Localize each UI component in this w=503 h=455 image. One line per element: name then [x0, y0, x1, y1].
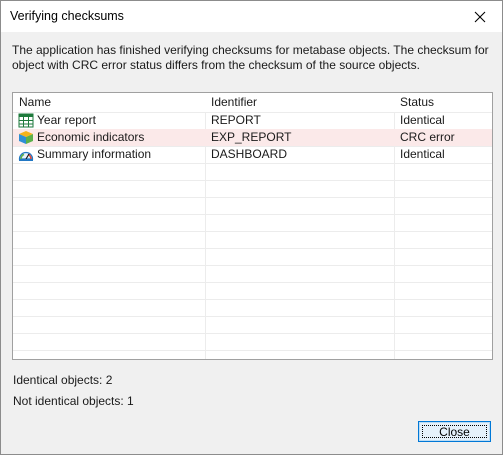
table-header: Name Identifier Status: [13, 93, 492, 112]
column-header-identifier[interactable]: Identifier: [205, 93, 394, 112]
close-button[interactable]: Close: [418, 421, 491, 442]
column-header-name[interactable]: Name: [13, 93, 205, 112]
close-window-button[interactable]: [458, 1, 502, 32]
cell-status: CRC error: [400, 130, 455, 144]
cell-identifier: DASHBOARD: [211, 147, 288, 161]
column-header-status[interactable]: Status: [394, 93, 492, 112]
close-icon: [474, 11, 486, 22]
identical-count: Identical objects: 2: [13, 373, 113, 387]
cell-identifier: REPORT: [211, 113, 261, 127]
table-row[interactable]: Economic indicators EXP_REPORT CRC error: [13, 129, 492, 146]
description-text: The application has finished verifying c…: [12, 43, 489, 72]
cell-status: Identical: [400, 113, 445, 127]
title-bar: Verifying checksums: [1, 1, 502, 32]
table-row[interactable]: Year report REPORT Identical: [13, 112, 492, 129]
cell-identifier: EXP_REPORT: [211, 130, 292, 144]
dialog-window: Verifying checksums The application has …: [0, 0, 503, 455]
report-grid-icon: [18, 113, 34, 128]
cube-icon: [19, 131, 33, 144]
not-identical-count: Not identical objects: 1: [13, 394, 134, 408]
dialog-title: Verifying checksums: [10, 9, 124, 23]
objects-table[interactable]: Name Identifier Status Year report REPOR…: [12, 92, 493, 360]
table-row[interactable]: Summary information DASHBOARD Identical: [13, 146, 492, 163]
cell-name: Year report: [37, 113, 96, 127]
cell-status: Identical: [400, 147, 445, 161]
cell-name: Summary information: [37, 147, 152, 161]
focus-indicator: [422, 425, 487, 438]
cell-name: Economic indicators: [37, 130, 145, 144]
gauge-icon: [18, 151, 34, 161]
